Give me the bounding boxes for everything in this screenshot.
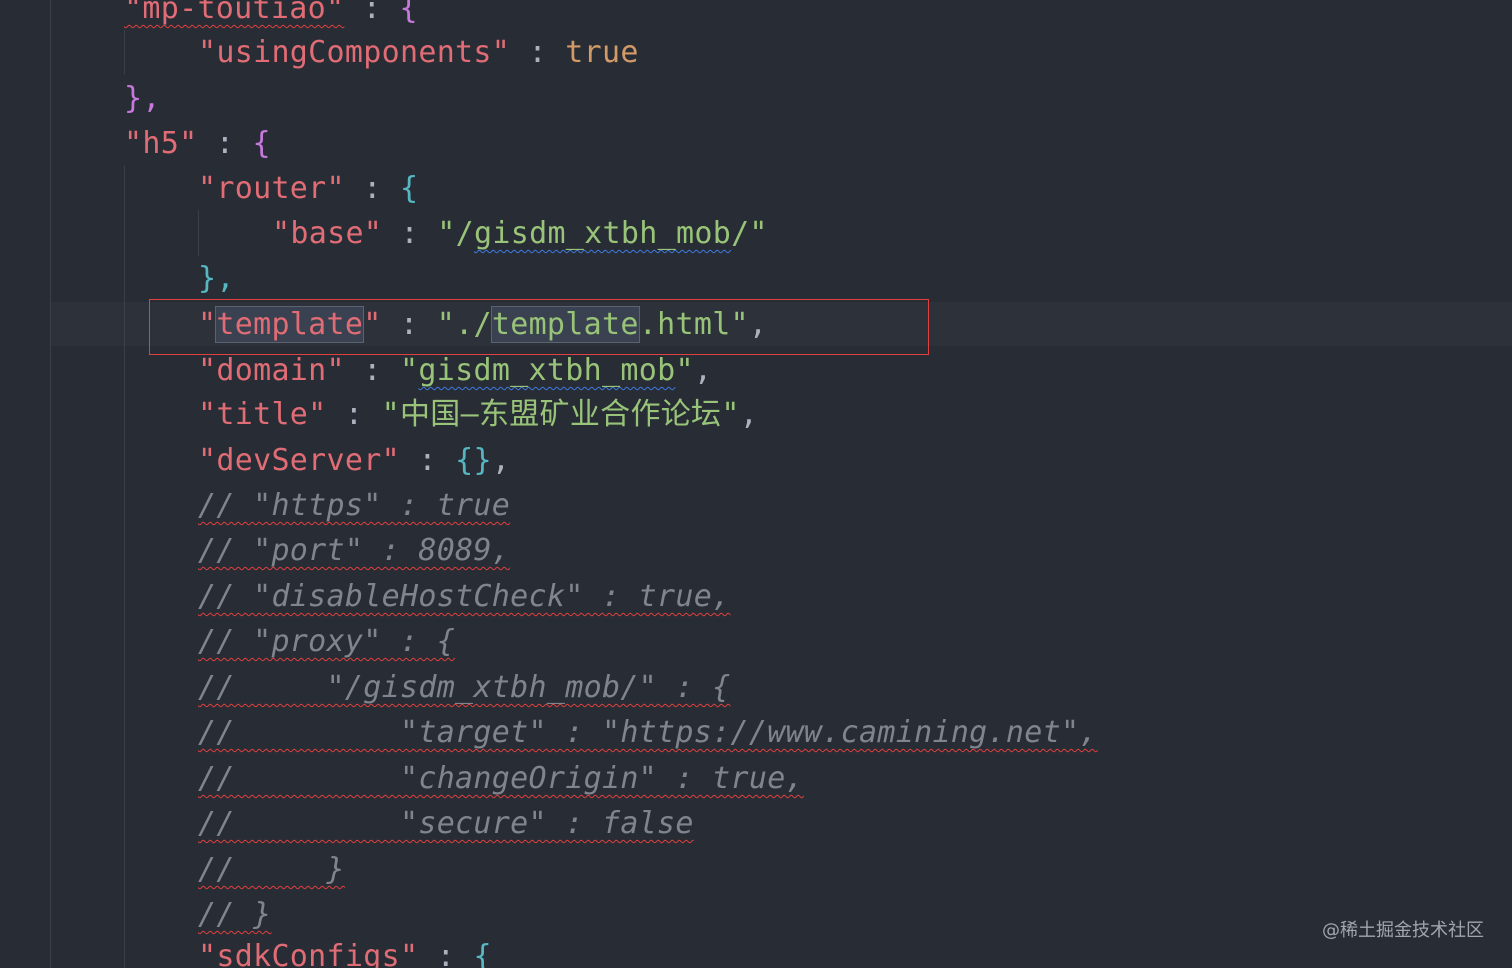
separator: : [418, 939, 474, 968]
comma: , [739, 397, 759, 432]
comment-line[interactable]: // "/gisdm_xtbh_mob/" : { [198, 665, 730, 710]
json-string-spellcheck: gisdm_xtbh_mob [418, 353, 676, 388]
separator: : [344, 171, 400, 206]
indent-guide [124, 166, 125, 968]
code-line[interactable]: "sdkConfigs" : { [198, 934, 492, 968]
separator: : [326, 397, 382, 432]
open-brace: { [473, 939, 492, 968]
annotation-highlight-box [149, 299, 929, 355]
indent-guide [198, 210, 199, 256]
json-key: "mp-toutiao" [124, 0, 345, 26]
comment: // "changeOrigin" : true, [198, 761, 804, 796]
json-key: "router" [198, 171, 345, 206]
separator: : [399, 443, 456, 478]
json-key: "h5" [124, 126, 198, 161]
json-key: "title" [198, 397, 327, 432]
comment-line[interactable]: // "secure" : false [198, 801, 694, 846]
json-key: "devServer" [198, 443, 400, 478]
json-string: "中国—东盟矿业合作论坛" [381, 397, 740, 432]
comment: // "secure" : false [198, 806, 694, 841]
comment: // } [198, 852, 345, 887]
json-string: "/ [437, 216, 474, 251]
comma: , [491, 443, 511, 478]
json-key: "usingComponents" [198, 35, 511, 70]
code-line[interactable]: }, [198, 256, 235, 301]
open-brace: { [252, 126, 271, 161]
comment: // "proxy" : { [198, 624, 456, 659]
indent-guide [50, 0, 51, 968]
separator: : [510, 35, 566, 70]
json-string-spellcheck: gisdm_xtbh_mob [474, 216, 732, 251]
code-line[interactable]: "h5" : { [124, 121, 271, 166]
json-key: "sdkConfigs" [198, 939, 419, 968]
comment-line[interactable]: // } [198, 892, 271, 937]
json-string: /" [731, 216, 768, 251]
comment: // } [198, 897, 272, 932]
code-line[interactable]: }, [124, 76, 161, 121]
comment: // "target" : "https://www.camining.net"… [198, 715, 1098, 750]
comment: // "https" : true [198, 488, 511, 523]
separator: : [197, 126, 253, 161]
comment-line[interactable]: // "proxy" : { [198, 619, 455, 664]
json-string: " [400, 353, 419, 388]
separator: : [344, 0, 400, 26]
comment: // "port" : 8089, [198, 533, 511, 568]
open-brace: { [399, 0, 418, 26]
code-line[interactable]: "router" : { [198, 166, 418, 211]
json-key: "domain" [198, 353, 345, 388]
json-key: "base" [272, 216, 383, 251]
separator: : [382, 216, 438, 251]
watermark: @稀土掘金技术社区 [1322, 920, 1484, 941]
comment-line[interactable]: // "disableHostCheck" : true, [198, 574, 730, 619]
open-brace: { [400, 171, 419, 206]
code-line[interactable]: "title" : "中国—东盟矿业合作论坛", [198, 392, 758, 437]
indent-guide [124, 30, 125, 74]
comment: // "disableHostCheck" : true, [198, 579, 731, 614]
comment: // "/gisdm_xtbh_mob/" : { [198, 670, 731, 705]
comma: , [693, 353, 713, 388]
comment-line[interactable]: // "port" : 8089, [198, 528, 510, 573]
json-string: " [675, 353, 694, 388]
close-brace: }, [124, 81, 161, 116]
comment-line[interactable]: // "changeOrigin" : true, [198, 756, 804, 801]
close-brace: }, [198, 261, 235, 296]
code-editor[interactable]: "mp-toutiao" : { "usingComponents" : tru… [0, 0, 1512, 968]
code-line[interactable]: "base" : "/gisdm_xtbh_mob/" [272, 211, 768, 256]
code-line[interactable]: "devServer" : {}, [198, 438, 510, 483]
json-boolean: true [565, 35, 639, 70]
code-line[interactable]: "usingComponents" : true [198, 30, 639, 75]
comment-line[interactable]: // "https" : true [198, 483, 510, 528]
code-line[interactable]: "mp-toutiao" : { [124, 0, 418, 31]
comment-line[interactable]: // } [198, 847, 345, 892]
comment-line[interactable]: // "target" : "https://www.camining.net"… [198, 710, 1098, 755]
separator: : [344, 353, 400, 388]
empty-object: {} [455, 443, 492, 478]
